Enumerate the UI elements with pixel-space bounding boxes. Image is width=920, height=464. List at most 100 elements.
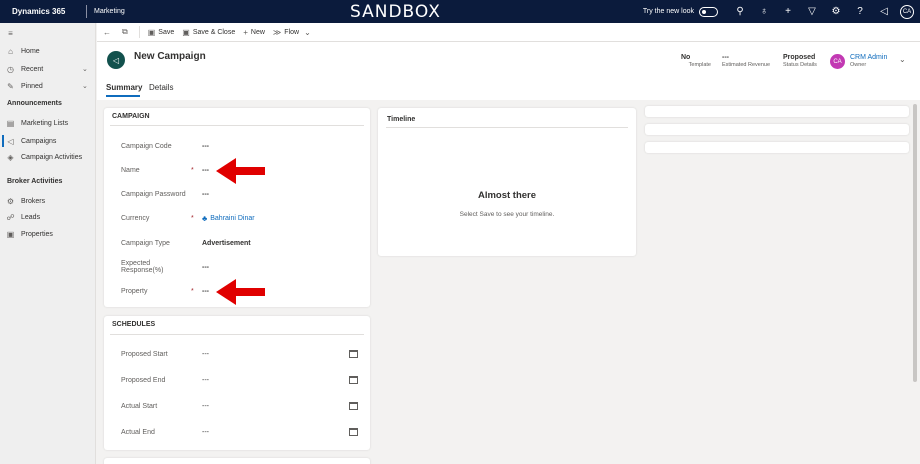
sidebar-group-title: Announcements — [7, 100, 62, 107]
page-title: New Campaign — [134, 51, 206, 62]
back-button[interactable]: ← — [103, 28, 114, 37]
field-value[interactable]: --- — [202, 191, 361, 198]
chevron-down-icon[interactable]: ⌄ — [899, 55, 906, 64]
flow-button[interactable]: ≫ Flow ⌄ — [273, 28, 314, 37]
right-panel-card — [645, 124, 909, 135]
owner-label: Owner — [850, 62, 867, 68]
section-divider — [110, 334, 364, 335]
sidebar-item-label: Campaigns — [21, 137, 57, 145]
leads-icon: ☍ — [6, 212, 15, 222]
save-close-icon: ▣ — [182, 27, 190, 37]
field-proposed-end[interactable]: Proposed End --- — [121, 374, 361, 386]
user-avatar[interactable]: CA — [900, 4, 914, 19]
sidebar-item-leads[interactable]: ☍ Leads — [0, 210, 96, 224]
field-label: Campaign Type — [121, 239, 170, 247]
vertical-scrollbar[interactable] — [913, 104, 917, 382]
calendar-icon[interactable] — [349, 428, 358, 436]
sidebar-item-label: Leads — [21, 213, 41, 221]
field-value[interactable]: --- — [202, 429, 361, 436]
field-actual-start[interactable]: Actual Start --- — [121, 400, 361, 412]
owner-field: CRM Admin Owner — [850, 54, 887, 68]
sidebar-item-pinned[interactable]: ✎ Pinned ⌄ — [0, 79, 96, 93]
field-value[interactable]: --- — [202, 143, 361, 150]
header-field-value: --- — [722, 54, 729, 61]
brand-name[interactable]: Dynamics 365 — [0, 7, 86, 16]
record-header: ◁ New Campaign No Template --- Estimated… — [97, 42, 920, 100]
chevron-down-icon: ⌄ — [304, 27, 311, 37]
field-campaign-password[interactable]: Campaign Password --- — [121, 188, 361, 200]
sidebar-item-campaigns[interactable]: ◁ Campaigns — [0, 134, 96, 148]
gear-icon[interactable]: ⚙ — [824, 6, 848, 17]
field-value[interactable]: --- — [202, 377, 361, 384]
header-field-status: Proposed Status Details — [783, 54, 823, 68]
tab-details[interactable]: Details — [149, 83, 173, 92]
field-campaign-type[interactable]: Campaign Type Advertisement — [121, 237, 361, 249]
section-divider — [386, 127, 628, 128]
command-separator — [138, 26, 140, 38]
field-currency[interactable]: Currency * ♣ Bahraini Dinar — [121, 212, 361, 224]
popout-icon: ⧉ — [122, 27, 128, 36]
save-close-button[interactable]: ▣ Save & Close — [182, 28, 235, 37]
sidebar-item-brokers[interactable]: ⚙ Brokers — [0, 194, 96, 208]
owner-avatar[interactable]: CA — [830, 54, 845, 69]
popout-button[interactable]: ⧉ — [122, 27, 131, 37]
plus-icon: + — [243, 27, 248, 37]
search-icon[interactable]: ⚲ — [728, 6, 752, 17]
campaign-record-icon: ◁ — [107, 51, 125, 69]
plus-icon[interactable]: + — [776, 6, 800, 17]
field-label: Actual Start — [121, 402, 158, 410]
field-label: Expected Response(%) — [121, 260, 164, 274]
tab-summary[interactable]: Summary — [106, 83, 142, 92]
sidebar-item-properties[interactable]: ▣ Properties — [0, 227, 96, 241]
arrow-shape — [216, 158, 265, 184]
header-field-template: No Template — [681, 54, 711, 68]
field-value[interactable]: --- — [202, 351, 361, 358]
header-field-label: Status Details — [783, 62, 817, 68]
field-label: Actual End — [121, 428, 155, 436]
sidebar-item-campaign-activities[interactable]: ◈ Campaign Activities — [0, 150, 96, 164]
field-label: Name — [121, 166, 140, 174]
field-label: Proposed End — [121, 376, 166, 384]
header-field-label: Estimated Revenue — [722, 62, 770, 68]
calendar-icon[interactable] — [349, 350, 358, 358]
sidebar-item-recent[interactable]: ◷ Recent ⌄ — [0, 62, 96, 76]
hamburger-menu[interactable]: ≡ — [0, 26, 96, 40]
field-value[interactable]: --- — [202, 264, 361, 271]
share-icon[interactable]: ◁ — [872, 6, 896, 17]
help-icon[interactable]: ? — [848, 6, 872, 17]
field-value[interactable]: Advertisement — [202, 240, 361, 247]
right-panel-card — [645, 142, 909, 153]
field-label: Campaign Password — [121, 190, 186, 198]
field-expected-response[interactable]: Expected Response(%) --- — [121, 260, 361, 274]
lookup-value[interactable]: Bahraini Dinar — [210, 215, 254, 222]
lightbulb-icon[interactable]: ♁ — [752, 6, 776, 17]
try-new-look-label: Try the new look — [642, 8, 694, 15]
timeline-heading: Almost there — [477, 190, 537, 201]
header-field-estimated-revenue: --- Estimated Revenue — [722, 54, 772, 68]
annotation-arrow-property — [216, 279, 265, 305]
field-proposed-start[interactable]: Proposed Start --- — [121, 348, 361, 360]
sidebar-item-marketing-lists[interactable]: ▤ Marketing Lists — [0, 116, 96, 130]
active-tab-indicator — [106, 95, 140, 97]
chevron-down-icon[interactable]: ⌄ — [82, 82, 96, 90]
new-label: New — [250, 28, 265, 36]
field-actual-end[interactable]: Actual End --- — [121, 426, 361, 438]
required-marker: * — [191, 166, 194, 174]
currency-lookup[interactable]: ♣ Bahraini Dinar — [202, 214, 361, 223]
sidebar-item-label: Marketing Lists — [21, 119, 69, 127]
header-field-value: No — [681, 54, 691, 61]
calendar-icon[interactable] — [349, 402, 358, 410]
filter-icon[interactable]: ▽ — [800, 6, 824, 17]
field-value[interactable]: --- — [202, 403, 361, 410]
new-button[interactable]: + New — [243, 28, 265, 37]
field-campaign-code[interactable]: Campaign Code --- — [121, 140, 361, 152]
save-button[interactable]: ▣ Save — [148, 28, 175, 37]
calendar-icon[interactable] — [349, 376, 358, 384]
owner-name-link[interactable]: CRM Admin — [850, 54, 887, 61]
new-look-toggle[interactable] — [699, 6, 718, 17]
sidebar-item-home[interactable]: ⌂ Home — [0, 44, 96, 58]
chevron-down-icon[interactable]: ⌄ — [82, 65, 96, 73]
app-name[interactable]: Marketing — [87, 8, 347, 15]
home-icon: ⌂ — [8, 46, 13, 56]
sidebar-item-label: Pinned — [21, 82, 43, 90]
